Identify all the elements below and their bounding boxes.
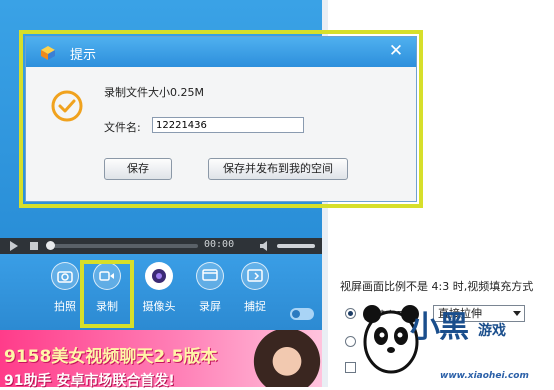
ad-portrait-image: [252, 330, 322, 387]
watermark-url: www.xiaohei.com: [440, 371, 529, 381]
save-and-publish-button[interactable]: 保存并发布到我的空间: [208, 158, 348, 180]
option-checkbox[interactable]: [345, 362, 356, 373]
success-check-icon: [51, 90, 83, 122]
volume-slider[interactable]: [277, 244, 315, 248]
file-size-text: 录制文件大小0.25M: [104, 86, 204, 99]
tool-capture-label: 捕捉: [244, 300, 266, 313]
tool-screen-record[interactable]: 录屏: [190, 262, 230, 314]
ad-title: 9158美女视频聊天2.5版本: [4, 347, 218, 367]
toolbar-toggle[interactable]: [290, 308, 314, 320]
dialog-titlebar: 提示 ✕: [26, 37, 416, 67]
chevron-down-icon: [513, 311, 521, 316]
radio-selected-dot: [348, 311, 353, 316]
ratio-description: 视屏画面比例不是 4:3 时,视频填充方式: [340, 280, 534, 293]
watermark-brand-suffix: 游戏: [478, 323, 506, 339]
progress-track[interactable]: [50, 244, 198, 248]
tool-webcam[interactable]: 摄像头: [139, 262, 179, 314]
close-icon[interactable]: ✕: [386, 41, 406, 61]
dialog-body: 录制文件大小0.25M 文件名: 保存 保存并发布到我的空间: [26, 67, 416, 201]
tool-screen-record-label: 录屏: [199, 300, 221, 313]
record-highlight-frame: [80, 260, 134, 328]
play-icon[interactable]: [10, 241, 18, 251]
capture-toolbar: 拍照 录制 摄像头 录屏 捕捉: [0, 254, 322, 330]
progress-knob[interactable]: [46, 241, 55, 250]
tool-webcam-label: 摄像头: [142, 300, 176, 313]
filename-label: 文件名:: [104, 121, 141, 134]
save-prompt-dialog: 提示 ✕ 录制文件大小0.25M 文件名: 保存 保存并发布到我的空间: [25, 36, 417, 202]
player-bar: 00:00: [0, 238, 322, 254]
ad-subtitle: 91助手 安卓市场联合首发!: [4, 373, 175, 389]
save-button[interactable]: 保存: [104, 158, 172, 180]
watermark-brand: 小黑: [410, 310, 469, 345]
capture-icon: [241, 262, 269, 290]
stop-icon[interactable]: [30, 242, 38, 250]
filename-input[interactable]: [152, 117, 304, 133]
dialog-title: 提示: [70, 48, 97, 63]
tool-photo[interactable]: 拍照: [45, 262, 85, 314]
camera-icon: [51, 262, 79, 290]
toggle-knob: [292, 310, 300, 318]
tool-photo-label: 拍照: [54, 300, 76, 313]
time-display: 00:00: [204, 239, 235, 250]
volume-icon[interactable]: [260, 241, 272, 251]
option-radio[interactable]: [345, 336, 356, 347]
fill-window-radio[interactable]: [345, 308, 356, 319]
app-logo-icon: [41, 46, 55, 60]
screen-record-icon: [196, 262, 224, 290]
webcam-icon: [145, 262, 173, 290]
tool-capture[interactable]: 捕捉: [235, 262, 275, 314]
